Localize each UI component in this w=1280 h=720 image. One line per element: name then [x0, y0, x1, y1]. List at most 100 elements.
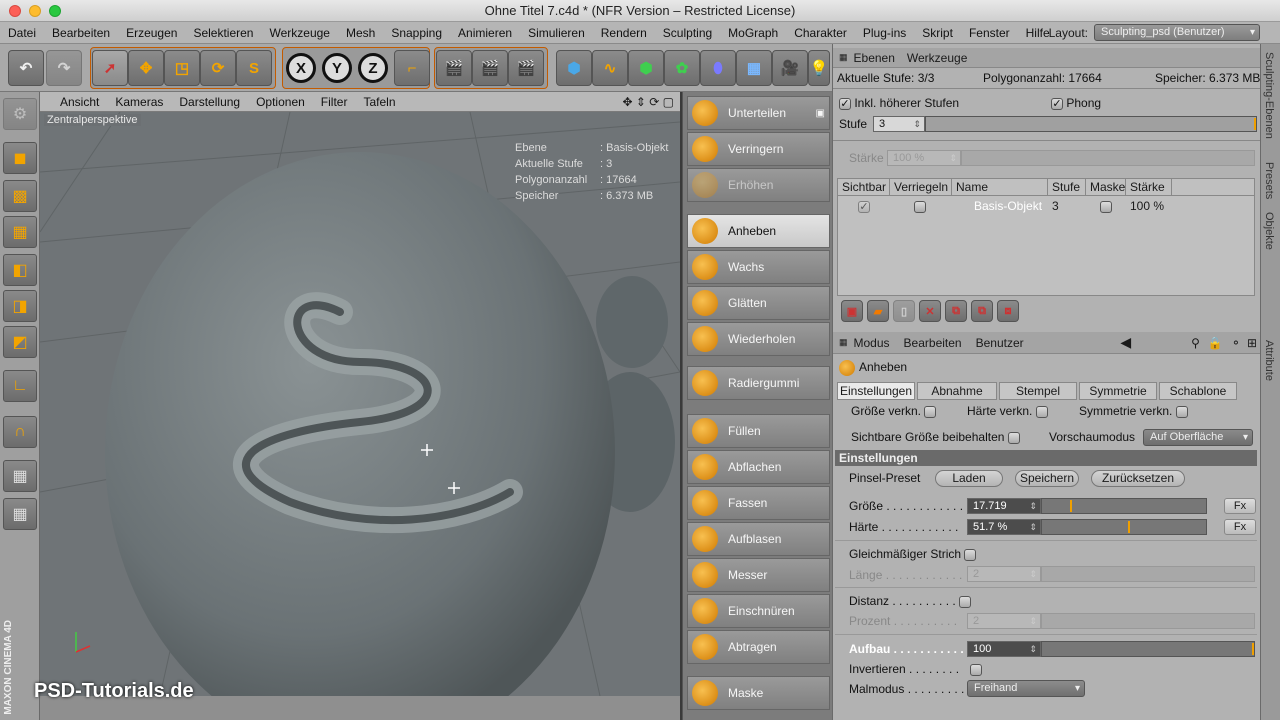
- col-verriegeln[interactable]: Verriegeln: [890, 179, 952, 195]
- planar-workplane-button[interactable]: ▦: [3, 498, 37, 530]
- tool-messer[interactable]: Messer: [687, 558, 830, 592]
- layers-menu-ebenen[interactable]: Ebenen: [854, 51, 895, 65]
- redo-button[interactable]: ↷: [46, 50, 82, 86]
- hardness-slider[interactable]: [1041, 519, 1207, 535]
- copy-layer-button[interactable]: ⧉: [945, 300, 967, 322]
- model-mode-button[interactable]: ◼: [3, 142, 37, 174]
- live-selection-button[interactable]: ➚: [92, 50, 128, 86]
- visible-checkbox[interactable]: [858, 200, 870, 213]
- axis-z-button[interactable]: Z: [358, 53, 388, 83]
- hardness-fx-button[interactable]: Fx: [1224, 519, 1256, 535]
- col-maske[interactable]: Maske: [1086, 179, 1126, 195]
- zoom-window-button[interactable]: [49, 5, 61, 17]
- tool-einschnueren[interactable]: Einschnüren: [687, 594, 830, 628]
- save-preset-button[interactable]: Speichern: [1015, 470, 1079, 487]
- invert-checkbox[interactable]: [970, 663, 983, 676]
- load-preset-button[interactable]: Laden: [935, 470, 1003, 487]
- tool-fuellen[interactable]: Füllen: [687, 414, 830, 448]
- menu-werkzeuge[interactable]: Werkzeuge: [261, 22, 337, 44]
- tab-abnahme[interactable]: Abnahme: [917, 382, 997, 400]
- link-hardness-checkbox[interactable]: [1035, 405, 1048, 418]
- tool-verringern[interactable]: Verringern: [687, 132, 830, 166]
- add-folder-button[interactable]: ▰: [867, 300, 889, 322]
- attr-menu-bearbeiten[interactable]: Bearbeiten: [904, 336, 962, 350]
- tool-anheben[interactable]: Anheben: [687, 214, 830, 248]
- attr-menu-benutzer[interactable]: Benutzer: [976, 336, 1024, 350]
- col-name[interactable]: Name: [952, 179, 1048, 195]
- close-window-button[interactable]: [9, 5, 21, 17]
- spline-button[interactable]: ∿: [592, 50, 628, 86]
- tab-objekte[interactable]: Objekte: [1263, 212, 1275, 250]
- tool-abflachen[interactable]: Abflachen: [687, 450, 830, 484]
- mask-toggle[interactable]: [1086, 199, 1126, 213]
- paint-mode-dropdown[interactable]: Freihand: [967, 680, 1085, 697]
- clear-layer-button[interactable]: ✕: [919, 300, 941, 322]
- add-layer-button[interactable]: ▣: [841, 300, 863, 322]
- axis-y-button[interactable]: Y: [322, 53, 352, 83]
- size-input[interactable]: 17.719 ⇕: [967, 498, 1041, 514]
- camera-button[interactable]: 🎥: [772, 50, 808, 86]
- snapping-button[interactable]: ∩: [3, 416, 37, 448]
- cube-object-button[interactable]: ⬢: [556, 50, 592, 86]
- menu-sculpting[interactable]: Sculpting: [655, 22, 720, 44]
- paste-layer-button[interactable]: ⧉: [971, 300, 993, 322]
- lock-toggle[interactable]: [890, 199, 952, 213]
- tool-erhoehen[interactable]: Erhöhen: [687, 168, 830, 202]
- size-fx-button[interactable]: Fx: [1224, 498, 1256, 514]
- tool-wachs[interactable]: Wachs: [687, 250, 830, 284]
- deformer-button[interactable]: ⬮: [700, 50, 736, 86]
- link-size-checkbox[interactable]: [924, 405, 937, 418]
- generator-button[interactable]: ⬢: [628, 50, 664, 86]
- tab-stempel[interactable]: Stempel: [999, 382, 1077, 400]
- tool-abtragen[interactable]: Abtragen: [687, 630, 830, 664]
- attr-menu-modus[interactable]: Modus: [854, 336, 890, 350]
- tool-aufblasen[interactable]: Aufblasen: [687, 522, 830, 556]
- tab-symmetrie[interactable]: Symmetrie: [1079, 382, 1157, 400]
- scale-tool-button[interactable]: ◳: [164, 50, 200, 86]
- 3d-viewport[interactable]: Zentralperspektive Ebene: Basis-Objekt A…: [40, 112, 680, 696]
- axis-mode-button[interactable]: ∟: [3, 370, 37, 402]
- build-up-slider[interactable]: [1041, 641, 1255, 657]
- table-row[interactable]: Basis-Objekt 3 100 %: [838, 196, 1254, 216]
- build-up-input[interactable]: 100 ⇕: [967, 641, 1041, 657]
- level-slider[interactable]: [925, 116, 1257, 132]
- distance-checkbox[interactable]: [959, 595, 972, 608]
- menu-simulieren[interactable]: Simulieren: [520, 22, 593, 44]
- menu-rendern[interactable]: Rendern: [593, 22, 655, 44]
- tool-unterteilen[interactable]: Unterteilen ▣: [687, 96, 830, 130]
- menu-charakter[interactable]: Charakter: [786, 22, 855, 44]
- tool-wiederholen[interactable]: Wiederholen: [687, 322, 830, 356]
- move-tool-button[interactable]: ✥: [128, 50, 164, 86]
- preview-mode-dropdown[interactable]: Auf Oberfläche: [1143, 429, 1253, 446]
- col-staerke[interactable]: Stärke: [1126, 179, 1172, 195]
- tool-maske[interactable]: Maske: [687, 676, 830, 710]
- merge-layer-button[interactable]: ⧈: [997, 300, 1019, 322]
- menu-datei[interactable]: Datei: [0, 22, 44, 44]
- tab-attribute[interactable]: Attribute: [1263, 340, 1275, 381]
- reset-preset-button[interactable]: Zurücksetzen: [1091, 470, 1185, 487]
- tab-einstellungen[interactable]: Einstellungen: [837, 382, 915, 400]
- coordinate-system-button[interactable]: ⌐: [394, 50, 430, 86]
- link-symmetry-checkbox[interactable]: [1175, 405, 1188, 418]
- sculpt-brush-button[interactable]: S: [236, 50, 272, 86]
- viewport-menu-kameras[interactable]: Kameras: [107, 95, 171, 109]
- col-stufe[interactable]: Stufe: [1048, 179, 1086, 195]
- make-editable-button[interactable]: ⚙: [3, 98, 37, 130]
- rotate-tool-button[interactable]: ⟳: [200, 50, 236, 86]
- phong-checkbox[interactable]: [1051, 97, 1063, 110]
- menu-mesh[interactable]: Mesh: [338, 22, 383, 44]
- tool-radiergummi[interactable]: Radiergummi: [687, 366, 830, 400]
- viewport-nav-icons[interactable]: ✥ ⇕ ⟳ ▢: [622, 95, 680, 109]
- mask-checkbox[interactable]: [1100, 200, 1112, 213]
- tool-fassen[interactable]: Fassen: [687, 486, 830, 520]
- uniform-stroke-checkbox[interactable]: [964, 548, 977, 561]
- viewport-menu-ansicht[interactable]: Ansicht: [40, 95, 107, 109]
- menu-mograph[interactable]: MoGraph: [720, 22, 786, 44]
- search-icon[interactable]: ⚲: [1191, 336, 1200, 350]
- light-button[interactable]: 💡: [808, 50, 830, 86]
- scene-floor-button[interactable]: ▦: [736, 50, 772, 86]
- workplane-button[interactable]: ▦: [3, 216, 37, 248]
- viewport-menu-tafeln[interactable]: Tafeln: [355, 95, 403, 109]
- tool-glaetten[interactable]: Glätten: [687, 286, 830, 320]
- keep-visible-size-checkbox[interactable]: [1007, 431, 1020, 444]
